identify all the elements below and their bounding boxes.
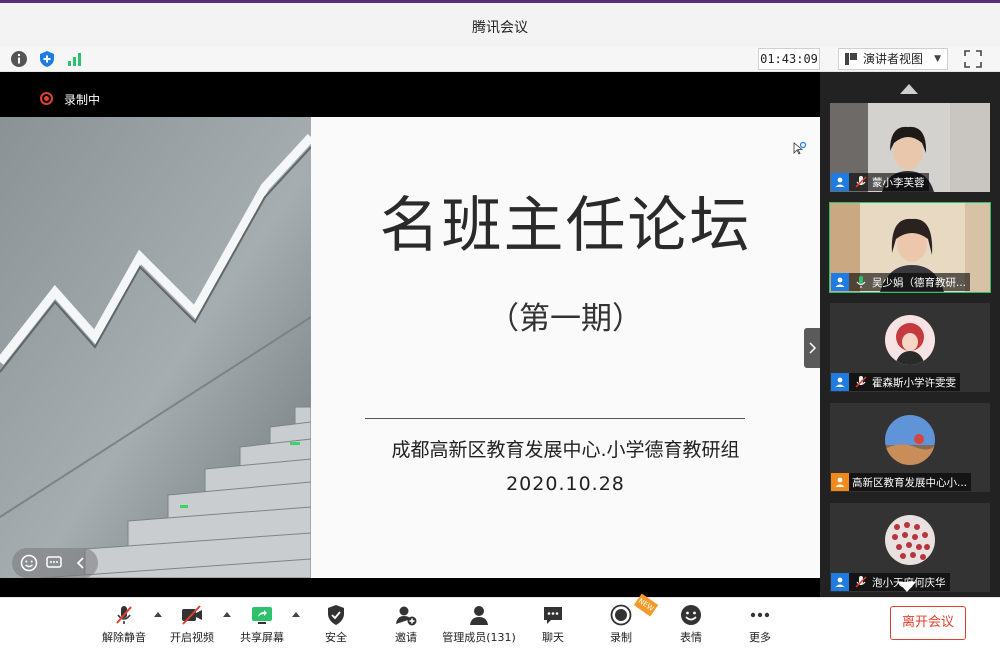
presentation-slide: 名班主任论坛 （第一期） 成都高新区教育发展中心.小学德育教研组 2020.10… <box>0 117 820 578</box>
chevron-down-icon: ▼ <box>934 54 941 64</box>
shared-screen-stage: 录制中 名班主任论坛 （第一期） 成都高新区教育发展中心.小学德育教研组 202… <box>0 72 820 597</box>
info-icon[interactable] <box>10 50 28 68</box>
invite-label: 邀请 <box>395 631 417 644</box>
chat-button[interactable]: 聊天 <box>532 604 574 650</box>
collapse-sidebar-toggle[interactable] <box>804 328 820 368</box>
recording-indicator-bar: 录制中 <box>0 72 820 117</box>
user-badge-icon <box>831 573 849 591</box>
network-signal-icon[interactable] <box>66 50 84 68</box>
more-label: 更多 <box>749 631 771 644</box>
share-options-caret-icon[interactable] <box>292 612 300 617</box>
floating-controls <box>12 548 98 578</box>
view-mode-label: 演讲者视图 <box>863 52 924 66</box>
unmute-button[interactable]: 解除静音 <box>98 604 150 650</box>
audio-options-caret-icon[interactable] <box>154 612 162 617</box>
stage-bottom-band <box>0 578 820 597</box>
chat-icon <box>544 607 562 624</box>
mic-muted-icon <box>116 606 132 624</box>
pointer-cursor-icon <box>793 141 807 155</box>
avatar <box>885 415 935 465</box>
layout-icon <box>845 53 857 65</box>
view-mode-dropdown[interactable]: 演讲者视图 ▼ <box>838 48 948 70</box>
participant-name-bar: 泡小天府何庆华 <box>831 573 950 591</box>
participant-name-bar: 高新区教育发展中心小... <box>831 473 972 491</box>
recording-status: 录制中 <box>64 93 101 107</box>
user-badge-icon <box>831 373 849 391</box>
window-title-bar: 腾讯会议 <box>0 0 1000 46</box>
camera-off-icon <box>182 605 202 625</box>
participant-name-bar: 霍森斯小学许雯雯 <box>831 373 960 391</box>
share-screen-label: 共享屏幕 <box>240 631 284 644</box>
participant-video-panel: 蒙小李芙蓉 吴少娟（德育教研... 霍森斯小学许雯雯 高新区教育发展中心小...… <box>820 72 1000 597</box>
participant-tile[interactable]: 吴少娟（德育教研... <box>829 202 991 293</box>
meeting-toolbar: 解除静音 开启视频 共享屏幕 安全 邀请 管理成员(131) 聊天 录制 NEW… <box>0 593 1000 654</box>
slide-divider <box>365 418 745 419</box>
more-button[interactable]: 更多 <box>739 604 781 650</box>
record-label: 录制 <box>610 631 632 644</box>
participant-name: 蒙小李芙蓉 <box>872 176 925 189</box>
slide-date: 2020.10.28 <box>506 473 625 495</box>
more-dots-icon <box>750 612 770 618</box>
share-screen-icon <box>252 607 272 624</box>
manage-members-button[interactable]: 管理成员(131) <box>440 604 518 650</box>
add-user-icon <box>396 606 417 626</box>
record-button[interactable]: 录制 <box>600 604 642 650</box>
scroll-up-arrow-icon[interactable] <box>900 84 918 94</box>
user-badge-icon <box>831 273 849 291</box>
chat-label: 聊天 <box>542 631 564 644</box>
user-badge-icon <box>831 473 849 491</box>
record-icon <box>610 604 632 626</box>
participant-name-bar: 蒙小李芙蓉 <box>831 173 929 191</box>
members-icon <box>470 606 488 625</box>
slide-organization: 成都高新区教育发展中心.小学德育教研组 <box>391 439 740 461</box>
fullscreen-icon[interactable] <box>963 49 983 69</box>
participant-tile[interactable]: 高新区教育发展中心小... <box>830 403 990 492</box>
smiley-icon <box>681 605 701 625</box>
avatar <box>885 315 935 365</box>
recording-dot-icon <box>40 92 53 105</box>
share-screen-button[interactable]: 共享屏幕 <box>236 604 288 650</box>
video-options-caret-icon[interactable] <box>223 612 231 617</box>
participant-tile[interactable]: 霍森斯小学许雯雯 <box>830 303 990 392</box>
start-video-label: 开启视频 <box>170 631 214 644</box>
unmute-label: 解除静音 <box>102 631 146 644</box>
security-label: 安全 <box>325 631 347 644</box>
meeting-timer: 01:43:09 <box>758 48 820 70</box>
chevron-left-icon[interactable] <box>72 554 90 572</box>
mic-active-icon <box>856 276 866 288</box>
security-shield-icon[interactable] <box>38 50 56 68</box>
emoji-icon[interactable] <box>20 554 38 572</box>
window-title: 腾讯会议 <box>472 20 528 36</box>
chevron-right-icon <box>809 342 817 354</box>
scroll-down-arrow-icon[interactable] <box>898 582 916 592</box>
security-button[interactable]: 安全 <box>314 604 358 650</box>
mic-muted-icon <box>855 176 867 188</box>
participant-tile[interactable]: 蒙小李芙蓉 <box>830 103 990 192</box>
reactions-label: 表情 <box>680 631 702 644</box>
manage-members-label: 管理成员(131) <box>442 631 516 644</box>
slide-subtitle: （第一期） <box>488 301 643 337</box>
meeting-info-bar: 01:43:09 演讲者视图 ▼ <box>0 46 1000 72</box>
participant-name-bar: 吴少娟（德育教研... <box>831 273 971 291</box>
start-video-button[interactable]: 开启视频 <box>166 604 218 650</box>
mic-muted-icon <box>855 576 867 588</box>
participant-name: 高新区教育发展中心小... <box>852 476 968 489</box>
invite-button[interactable]: 邀请 <box>384 604 428 650</box>
participant-name: 霍森斯小学许雯雯 <box>872 376 956 389</box>
participant-name: 吴少娟（德育教研... <box>872 276 967 289</box>
reactions-button[interactable]: 表情 <box>670 604 712 650</box>
shield-icon <box>328 605 344 625</box>
staircase-photo <box>0 117 311 578</box>
user-badge-icon <box>831 173 849 191</box>
mic-muted-icon <box>855 376 867 388</box>
leave-meeting-button[interactable]: 离开会议 <box>890 606 966 640</box>
avatar <box>885 515 935 565</box>
slide-title: 名班主任论坛 <box>379 191 752 261</box>
chat-bubble-icon[interactable] <box>45 554 63 572</box>
participant-tile[interactable]: 泡小天府何庆华 <box>830 503 990 592</box>
